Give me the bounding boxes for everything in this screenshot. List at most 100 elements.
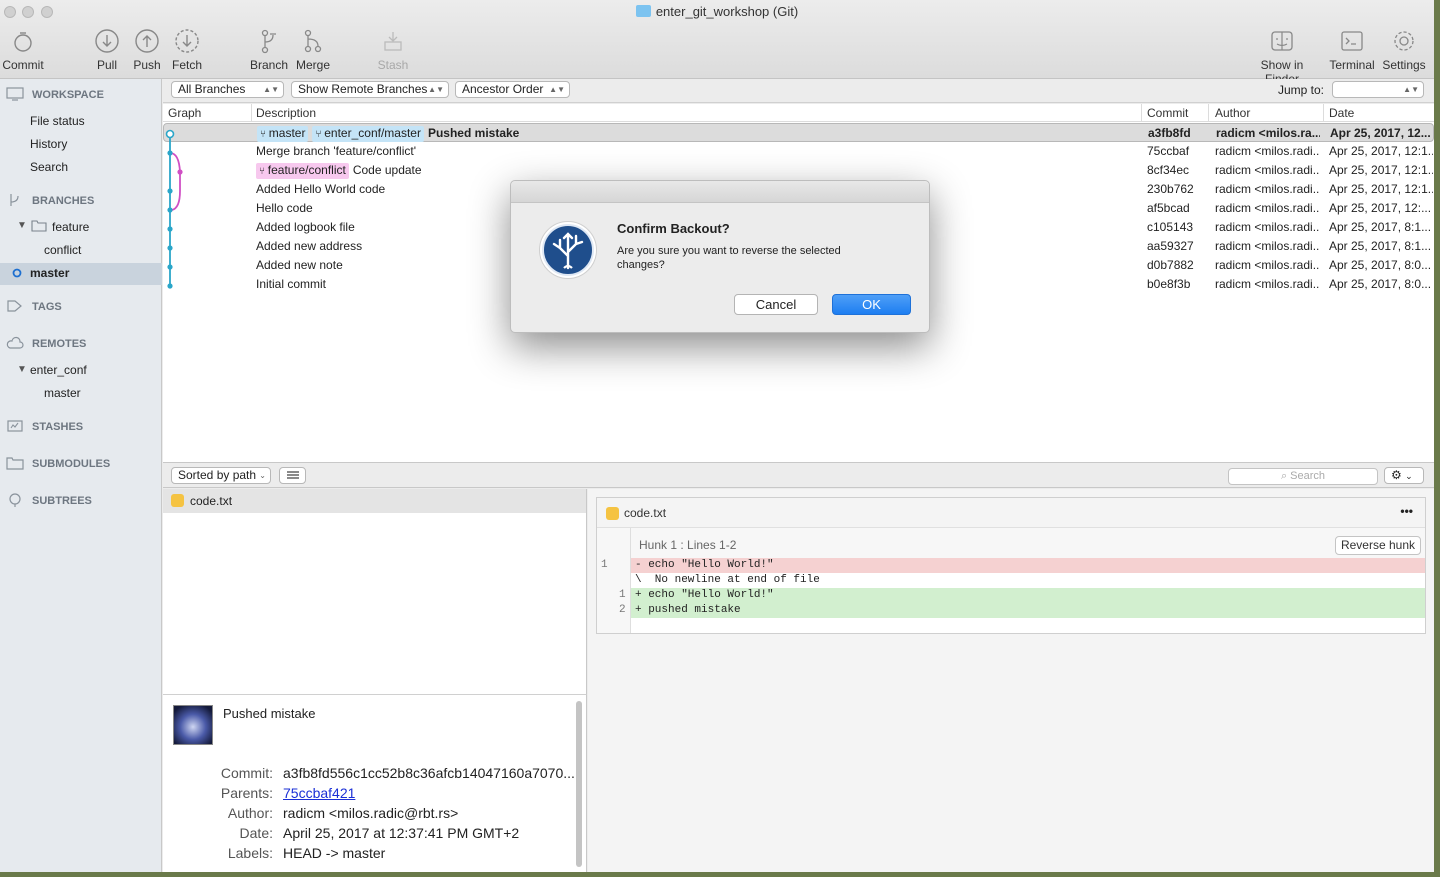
commit-hash-label: Commit: — [220, 765, 273, 781]
commit-hash: b0e8f3b — [1147, 277, 1191, 291]
diff-line-added[interactable]: + pushed mistake — [631, 603, 1425, 618]
sidebar-branch-master[interactable]: master — [30, 266, 69, 280]
column-divider[interactable] — [1323, 104, 1324, 122]
sort-select[interactable]: Sorted by path ⌄ — [171, 467, 271, 484]
show-in-finder-button[interactable]: Show in Finder — [1243, 28, 1321, 86]
remote-branches-select[interactable]: Show Remote Branches ▲▼ — [291, 81, 449, 98]
line-number-gutter — [597, 528, 631, 633]
file-row[interactable]: code.txt — [163, 489, 586, 513]
diff-line-added[interactable]: + echo "Hello World!" — [631, 588, 1425, 603]
details-scrollbar[interactable] — [576, 701, 582, 867]
sidebar-branch-conflict[interactable]: conflict — [44, 243, 81, 257]
diff-line-context[interactable]: \ No newline at end of file — [631, 573, 1425, 588]
diff-panel: code.txt ••• Hunk 1 : Lines 1-2 Reverse … — [588, 489, 1434, 872]
disclosure-triangle-icon[interactable]: ▼ — [17, 364, 27, 375]
commit-node — [167, 207, 173, 213]
submodules-header[interactable]: SUBMODULES — [32, 458, 110, 470]
reverse-hunk-button[interactable]: Reverse hunk — [1334, 536, 1421, 555]
commit-node — [167, 245, 173, 251]
branch-label[interactable]: ⑂ enter_conf/master — [312, 126, 424, 142]
column-date[interactable]: Date — [1329, 106, 1354, 120]
order-select[interactable]: Ancestor Order ▲▼ — [455, 81, 570, 98]
author-avatar — [173, 705, 213, 745]
commit-date: Apr 25, 2017, 12:1... — [1329, 163, 1433, 177]
commit-author: radicm <milos.ra... — [1216, 126, 1320, 140]
confirm-backout-dialog: Confirm Backout? Are you sure you want t… — [510, 180, 930, 333]
column-divider[interactable] — [1208, 104, 1209, 122]
workspace-header[interactable]: WORKSPACE — [32, 89, 104, 101]
column-author[interactable]: Author — [1215, 106, 1250, 120]
settings-button[interactable]: Settings — [1381, 28, 1427, 72]
terminal-button[interactable]: Terminal — [1328, 28, 1376, 72]
changed-files-list: code.txt — [163, 489, 587, 694]
sidebar-remote-branch-master[interactable]: master — [44, 386, 81, 400]
gear-icon — [1394, 31, 1414, 51]
parent-commit-link[interactable]: 75ccbaf421 — [283, 785, 355, 801]
branch-label[interactable]: ⑂ master — [257, 126, 309, 142]
commit-hash: c105143 — [1147, 220, 1194, 234]
author-label: Author: — [227, 805, 273, 821]
sidebar-remote-enter-conf[interactable]: enter_conf — [30, 363, 87, 377]
fetch-button[interactable]: Fetch — [171, 28, 203, 72]
commit-description: Merge branch 'feature/conflict' — [256, 144, 416, 158]
branches-header[interactable]: BRANCHES — [32, 195, 94, 207]
date-value: April 25, 2017 at 12:37:41 PM GMT+2 — [283, 825, 520, 841]
commit-icon — [14, 32, 32, 52]
sidebar-item-history[interactable]: History — [30, 137, 67, 151]
remotes-header[interactable]: REMOTES — [32, 338, 86, 350]
disclosure-triangle-icon[interactable]: ▼ — [17, 220, 27, 231]
commit-hash: a3fb8fd — [1148, 126, 1191, 140]
pull-button[interactable]: Pull — [94, 28, 120, 72]
branch-button[interactable]: Branch — [250, 28, 288, 72]
branches-select[interactable]: All Branches ▲▼ — [171, 81, 284, 98]
table-row[interactable]: Merge branch 'feature/conflict' 75ccbaf ra… — [163, 142, 1434, 161]
subtrees-header[interactable]: SUBTREES — [32, 495, 92, 507]
commit-author: radicm <milos.radi... — [1215, 239, 1319, 253]
sidebar-item-search[interactable]: Search — [30, 160, 68, 174]
monitor-icon — [6, 87, 24, 101]
push-button[interactable]: Push — [132, 28, 162, 72]
window-title: enter_git_workshop (Git) — [0, 4, 1434, 19]
column-commit[interactable]: Commit — [1147, 106, 1188, 120]
more-options-icon[interactable]: ••• — [1400, 504, 1413, 518]
chevron-down-icon: ⌄ — [259, 471, 266, 480]
tags-header[interactable]: TAGS — [32, 301, 62, 313]
commit-hash: 230b762 — [1147, 182, 1194, 196]
cancel-button[interactable]: Cancel — [734, 294, 818, 315]
table-row[interactable]: ⑂ feature/conflict Code update 8cf34ec radi… — [163, 161, 1434, 180]
dialog-title: Confirm Backout? — [617, 221, 730, 236]
commit-date: Apr 25, 2017, 12:1... — [1329, 144, 1433, 158]
commit-node — [167, 226, 173, 232]
branch-icon — [10, 194, 19, 206]
updown-icon: ▲▼ — [1403, 85, 1419, 94]
commit-hash: d0b7882 — [1147, 258, 1194, 272]
commit-author: radicm <milos.radi... — [1215, 163, 1319, 177]
table-row[interactable]: ⑂ master ⑂ enter_conf/master Pushed mistak… — [163, 123, 1434, 142]
branch-label[interactable]: ⑂ feature/conflict — [256, 163, 349, 179]
diff-line-removed[interactable]: - echo "Hello World!" — [631, 558, 1425, 573]
merge-button[interactable]: Merge — [294, 28, 332, 72]
author-value: radicm <milos.radic@rbt.rs> — [283, 805, 459, 821]
stash-button[interactable]: Stash — [376, 28, 410, 72]
merge-icon — [304, 29, 322, 53]
column-description[interactable]: Description — [256, 106, 316, 120]
sidebar-item-file-status[interactable]: File status — [30, 114, 85, 128]
commit-author: radicm <milos.radi... — [1215, 144, 1319, 158]
column-graph[interactable]: Graph — [168, 106, 201, 120]
selected-branch-highlight — [0, 263, 162, 285]
commit-node — [167, 264, 173, 270]
list-view-button[interactable] — [279, 467, 306, 484]
sidebar-folder-feature[interactable]: feature — [52, 220, 89, 234]
file-search-input[interactable]: ⌕ Search — [1228, 468, 1378, 485]
column-divider[interactable] — [1141, 104, 1142, 122]
ok-button[interactable]: OK — [832, 294, 911, 315]
stashes-header[interactable]: STASHES — [32, 421, 83, 433]
column-divider[interactable] — [251, 104, 252, 122]
file-actions-menu[interactable]: ⚙ ⌄ — [1384, 467, 1424, 484]
commit-description: Added new note — [256, 258, 343, 272]
commit-author: radicm <milos.radi... — [1215, 277, 1319, 291]
branch-icon: ⑂ — [315, 129, 325, 140]
commit-node-head — [165, 129, 175, 139]
jump-to-select[interactable]: ▲▼ — [1332, 81, 1424, 98]
commit-button[interactable]: Commit — [2, 28, 44, 72]
